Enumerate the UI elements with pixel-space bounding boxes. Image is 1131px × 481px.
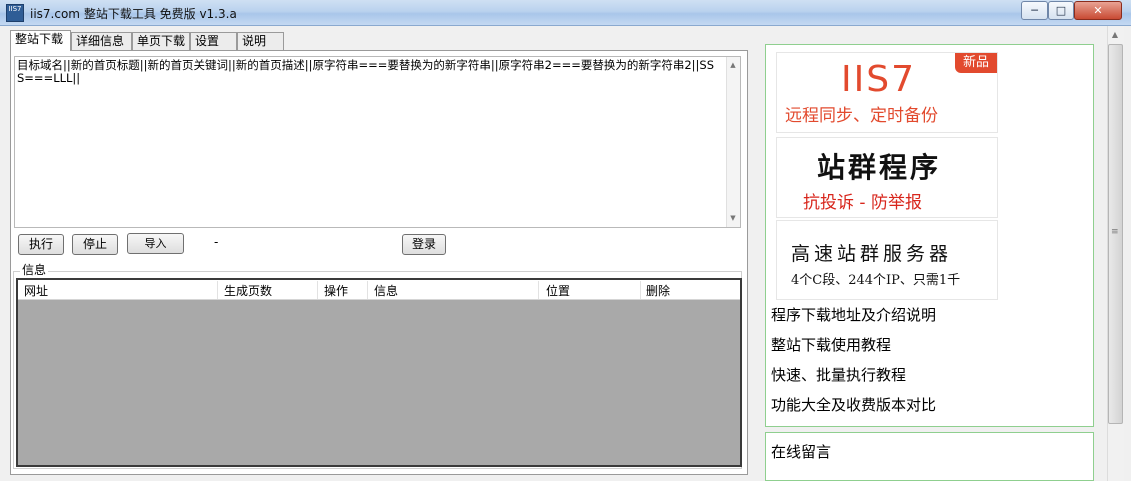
column-divider[interactable] (640, 281, 641, 299)
minimize-icon: ─ (1031, 4, 1038, 17)
window-title: iis7.com 整站下载工具 免费版 v1.3.a (30, 7, 237, 21)
tab-site-download[interactable]: 整站下载 (10, 30, 71, 51)
ad-iis7-sync[interactable]: IIS7 新品 远程同步、定时备份 (776, 52, 998, 133)
info-listview[interactable] (16, 278, 742, 467)
app-icon: IIS7 (6, 4, 24, 22)
column-pages[interactable]: 生成页数 (224, 282, 272, 299)
column-info[interactable]: 信息 (374, 282, 398, 299)
maximize-button[interactable]: □ (1048, 1, 1074, 20)
close-button[interactable]: ✕ (1074, 1, 1122, 20)
command-text: 目标域名||新的首页标题||新的首页关键词||新的首页描述||原字符串===要替… (17, 58, 715, 85)
tab-help[interactable]: 说明 (237, 32, 284, 50)
status-dash: - (214, 235, 219, 249)
maximize-icon: □ (1055, 4, 1067, 17)
main-scroll-up-icon[interactable]: ▲ (1108, 30, 1122, 39)
link-batch-tutorial[interactable]: 快速、批量执行教程 (771, 364, 906, 385)
column-divider[interactable] (317, 281, 318, 299)
column-url[interactable]: 网址 (24, 282, 48, 299)
ad-site-group-tagline: 抗投诉 - 防举报 (803, 193, 922, 213)
ad-site-group[interactable]: 站群程序 抗投诉 - 防举报 (776, 137, 998, 218)
online-message-link[interactable]: 在线留言 (771, 441, 831, 462)
info-group-label: 信息 (20, 261, 49, 278)
import-button[interactable]: 导入 (127, 233, 184, 254)
minimize-button[interactable]: ─ (1021, 1, 1048, 20)
editor-scrollbar[interactable] (726, 57, 740, 227)
column-divider[interactable] (217, 281, 218, 299)
tab-single-page[interactable]: 单页下载 (132, 32, 190, 50)
tab-settings[interactable]: 设置 (190, 32, 237, 50)
column-delete[interactable]: 删除 (646, 282, 670, 299)
ad-iis7-tagline: 远程同步、定时备份 (785, 106, 938, 126)
execute-button[interactable]: 执行 (18, 234, 64, 255)
ad-iis7-logo: IIS7 (841, 59, 916, 100)
tab-details[interactable]: 详细信息 (71, 32, 132, 50)
link-feature-compare[interactable]: 功能大全及收费版本对比 (771, 394, 936, 415)
login-button[interactable]: 登录 (402, 234, 446, 255)
ad-server-title: 高速站群服务器 (791, 243, 953, 265)
stop-button[interactable]: 停止 (72, 234, 118, 255)
column-action[interactable]: 操作 (324, 282, 348, 299)
new-badge: 新品 (955, 53, 997, 73)
column-position[interactable]: 位置 (546, 282, 570, 299)
column-divider[interactable] (538, 281, 539, 299)
ad-server[interactable]: 高速站群服务器 4个C段、244个IP、只需1千 (776, 220, 998, 300)
column-divider[interactable] (367, 281, 368, 299)
link-usage-tutorial[interactable]: 整站下载使用教程 (771, 334, 891, 355)
grip-icon: ≡ (1111, 227, 1119, 237)
scroll-up-icon[interactable]: ▲ (726, 61, 740, 69)
link-download-intro[interactable]: 程序下载地址及介绍说明 (771, 304, 936, 325)
ad-site-group-logo: 站群程序 (817, 151, 942, 184)
scroll-down-icon[interactable]: ▼ (726, 214, 740, 222)
close-icon: ✕ (1093, 4, 1103, 17)
ad-server-tagline: 4个C段、244个IP、只需1千 (791, 273, 961, 288)
